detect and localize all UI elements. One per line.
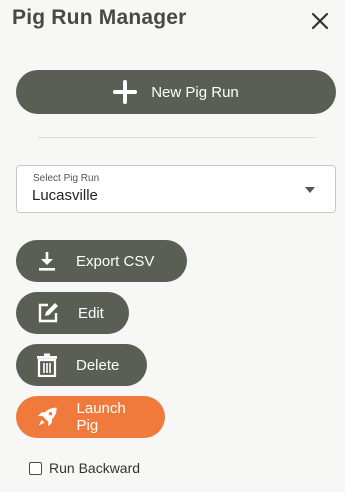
pig-run-select[interactable]: Select Pig Run Lucasville xyxy=(16,165,336,213)
run-backward-option[interactable]: Run Backward xyxy=(29,460,140,476)
caret-down-icon xyxy=(305,187,315,193)
rocket-icon xyxy=(37,407,57,427)
export-csv-label: Export CSV xyxy=(76,252,155,270)
edit-button[interactable]: Edit xyxy=(16,292,129,334)
panel-title: Pig Run Manager xyxy=(12,6,187,29)
delete-button[interactable]: Delete xyxy=(16,344,147,386)
launch-pig-label: Launch Pig xyxy=(76,400,126,434)
new-pig-run-button[interactable]: New Pig Run xyxy=(16,70,336,114)
export-csv-button[interactable]: Export CSV xyxy=(16,240,187,282)
delete-label: Delete xyxy=(76,356,120,374)
close-icon[interactable] xyxy=(309,10,331,32)
plus-icon xyxy=(113,80,138,104)
run-backward-label: Run Backward xyxy=(49,460,141,476)
select-label: Select Pig Run xyxy=(33,173,100,184)
download-icon xyxy=(39,252,55,271)
edit-icon xyxy=(38,303,58,323)
pig-run-manager-panel: Pig Run Manager New Pig Run Select Pig R… xyxy=(0,0,345,492)
launch-pig-button[interactable]: Launch Pig xyxy=(16,396,165,438)
new-pig-run-label: New Pig Run xyxy=(151,83,239,101)
run-backward-checkbox[interactable] xyxy=(29,461,42,475)
divider xyxy=(38,137,316,138)
edit-label: Edit xyxy=(78,304,104,322)
trash-icon xyxy=(37,353,57,377)
select-value: Lucasville xyxy=(32,187,98,204)
